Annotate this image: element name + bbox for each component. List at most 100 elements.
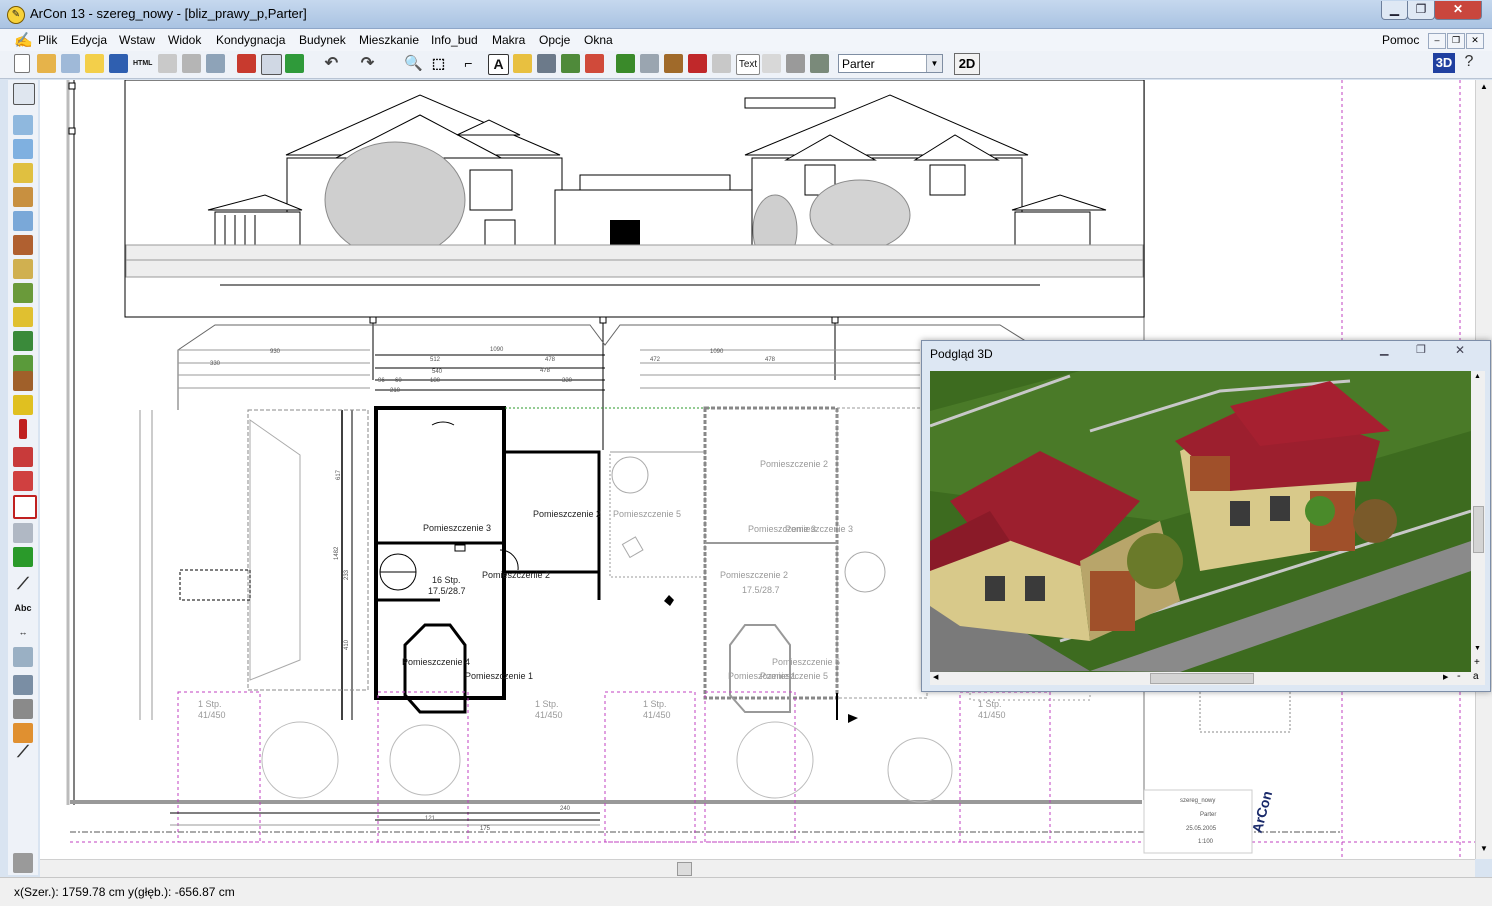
pencil-icon[interactable] xyxy=(13,395,33,415)
zoom-in-button[interactable]: + xyxy=(1474,658,1480,668)
view-camera-icon[interactable] xyxy=(13,675,33,695)
window-icon[interactable] xyxy=(13,211,33,231)
menu-edycja[interactable]: Edycja xyxy=(71,33,107,47)
ceiling-icon[interactable] xyxy=(13,163,33,183)
text-tool-button[interactable]: Text xyxy=(736,54,760,75)
mdi-close-button[interactable]: ✕ xyxy=(1466,33,1484,49)
chevron-down-icon[interactable]: ▼ xyxy=(926,55,942,72)
furniture-icon[interactable] xyxy=(13,371,33,391)
view-2d-button[interactable]: 2D xyxy=(954,53,980,75)
context-help-icon[interactable]: ? xyxy=(1459,53,1479,73)
text-label-tool[interactable]: Abc xyxy=(13,599,33,619)
camera-icon[interactable] xyxy=(182,54,201,73)
maximize-button[interactable]: ❐ xyxy=(1407,1,1435,20)
house-wizard-icon[interactable] xyxy=(37,54,56,73)
horizontal-scrollbar[interactable] xyxy=(40,859,1475,877)
dimension-value-icon[interactable] xyxy=(762,54,781,73)
horizontal-scroll-thumb[interactable] xyxy=(677,862,692,876)
template-icon[interactable] xyxy=(61,54,80,73)
print-icon[interactable] xyxy=(158,54,177,73)
preview-close-icon[interactable]: ✕ xyxy=(1455,343,1465,357)
dormer-icon[interactable] xyxy=(13,283,33,303)
roof-color-icon[interactable] xyxy=(585,54,604,73)
wall-face-icon[interactable] xyxy=(786,54,805,73)
preview-vscroll-thumb[interactable] xyxy=(1473,506,1484,553)
text-style-icon[interactable]: A xyxy=(488,54,509,75)
bookshelf-icon[interactable] xyxy=(13,547,33,567)
mdi-restore-button[interactable]: ❐ xyxy=(1447,33,1465,49)
redo-icon[interactable]: ↷ xyxy=(358,54,377,73)
preview-3d-window[interactable]: Podgląd 3D ▁ ❐ ✕ ▲ ▼ + ◀ ▶ - a xyxy=(921,340,1491,692)
menu-makra[interactable]: Makra xyxy=(492,33,525,47)
preview-minimize-icon[interactable]: ▁ xyxy=(1380,343,1388,356)
measure-icon[interactable]: ⌐ xyxy=(459,54,478,73)
menu-plik[interactable]: Plik xyxy=(38,33,57,47)
scroll-down-icon[interactable]: ▼ xyxy=(1474,645,1481,652)
terrain-icon[interactable] xyxy=(561,54,580,73)
select-pointer-icon[interactable] xyxy=(13,83,35,105)
preview-horizontal-scrollbar[interactable]: ◀ ▶ - a xyxy=(930,670,1485,685)
zoom-icon[interactable]: 🔍 xyxy=(404,54,423,73)
terrain-edit-icon[interactable] xyxy=(810,54,829,73)
save-icon[interactable] xyxy=(109,54,128,73)
navigate-icon[interactable] xyxy=(285,54,304,73)
room-fill-icon[interactable] xyxy=(13,471,33,491)
plot-icon[interactable] xyxy=(206,54,225,73)
chair-icon[interactable] xyxy=(664,54,683,73)
scroll-up-icon[interactable]: ▲ xyxy=(1474,373,1481,380)
html-export-icon[interactable]: HTML xyxy=(133,54,152,73)
zoom-out-button[interactable]: - xyxy=(1457,670,1461,682)
car-icon[interactable] xyxy=(616,54,635,73)
scroll-down-icon[interactable]: ▼ xyxy=(1480,844,1488,853)
grid-icon[interactable] xyxy=(261,54,282,75)
close-button[interactable]: ✕ xyxy=(1434,1,1482,20)
layer-panel-icon[interactable] xyxy=(13,853,33,873)
preview-restore-icon[interactable]: ❐ xyxy=(1416,343,1426,356)
menu-okna[interactable]: Okna xyxy=(584,33,613,47)
lamp-icon[interactable] xyxy=(13,523,33,543)
line-tool-icon[interactable]: ⟋ xyxy=(13,575,33,595)
diagonal-line-icon[interactable]: ⟋ xyxy=(13,743,33,763)
dimension-icon[interactable] xyxy=(513,54,532,73)
undo-icon[interactable]: ↶ xyxy=(322,54,341,73)
brush-icon[interactable] xyxy=(13,699,33,719)
floor-slab-icon[interactable] xyxy=(13,139,33,159)
open-folder-icon[interactable] xyxy=(85,54,104,73)
auto-view-button[interactable]: a xyxy=(1473,671,1479,682)
stairs-icon[interactable] xyxy=(13,235,33,255)
floor-select[interactable]: Parter ▼ xyxy=(838,54,943,73)
dimension-tool-icon[interactable]: ↔ xyxy=(13,623,33,643)
menu-pomoc[interactable]: Pomoc xyxy=(1382,33,1419,47)
menu-mieszkanie[interactable]: Mieszkanie xyxy=(359,33,419,47)
menu-info-bud[interactable]: Info_bud xyxy=(431,33,478,47)
menu-opcje[interactable]: Opcje xyxy=(539,33,570,47)
frame-icon[interactable] xyxy=(13,495,37,519)
mdi-minimize-button[interactable]: – xyxy=(1428,33,1446,49)
preview-hscroll-thumb[interactable] xyxy=(1150,673,1254,684)
menu-wstaw[interactable]: Wstaw xyxy=(119,33,155,47)
scroll-left-icon[interactable]: ◀ xyxy=(933,673,938,681)
view-3d-button[interactable]: 3D xyxy=(1433,53,1455,73)
scroll-up-icon[interactable]: ▲ xyxy=(1480,82,1488,91)
preview-vertical-scrollbar[interactable]: ▲ ▼ + xyxy=(1471,371,1485,672)
menu-budynek[interactable]: Budynek xyxy=(299,33,346,47)
marker-icon[interactable] xyxy=(19,419,27,439)
zoom-fit-icon[interactable]: ⬚ xyxy=(429,54,448,73)
new-file-icon[interactable] xyxy=(14,54,30,73)
material-icon[interactable] xyxy=(712,54,731,73)
minimize-button[interactable]: ▁ xyxy=(1381,1,1408,20)
menu-kondygnacja[interactable]: Kondygnacja xyxy=(216,33,285,47)
menu-widok[interactable]: Widok xyxy=(168,33,201,47)
wall-icon[interactable] xyxy=(13,115,33,135)
paint-icon[interactable] xyxy=(688,54,707,73)
terrain-tool-icon[interactable] xyxy=(13,331,33,351)
section-icon[interactable] xyxy=(13,647,33,667)
roof-icon[interactable] xyxy=(13,259,33,279)
preview-3d-viewport[interactable] xyxy=(930,371,1471,672)
scroll-right-icon[interactable]: ▶ xyxy=(1443,673,1448,681)
room-icon[interactable] xyxy=(13,447,33,467)
pipette-icon[interactable] xyxy=(13,723,33,743)
fence-icon[interactable] xyxy=(640,54,659,73)
delete-object-icon[interactable] xyxy=(237,54,256,73)
hatch-icon[interactable] xyxy=(537,54,556,73)
